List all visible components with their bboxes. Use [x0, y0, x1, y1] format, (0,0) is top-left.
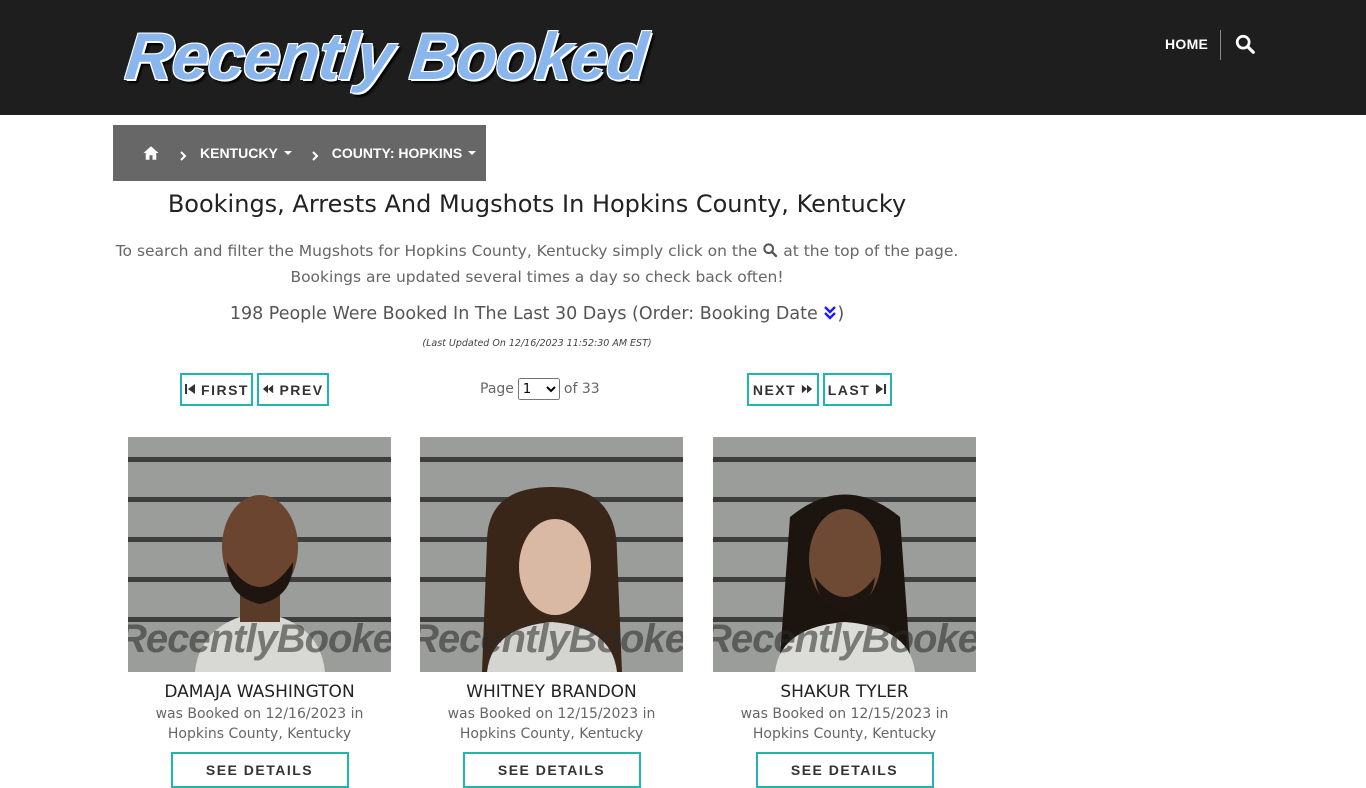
breadcrumb-state-dropdown[interactable]: KENTUCKY	[200, 145, 292, 161]
page-select[interactable]: 1	[517, 378, 560, 400]
watermark: RecentlyBooked.com	[128, 617, 391, 661]
page-title: Bookings, Arrests And Mugshots In Hopkin…	[167, 190, 907, 218]
last-page-icon	[875, 382, 887, 398]
breadcrumb-county-dropdown[interactable]: COUNTY: HOPKINS	[331, 145, 477, 161]
booking-name[interactable]: WHITNEY BRANDON	[420, 682, 683, 702]
booking-location-text: Hopkins County, Kentucky	[752, 726, 937, 742]
see-details-button[interactable]: SEE DETAILS	[462, 752, 641, 788]
booking-info: was Booked on 12/15/2023 in Hopkins Coun…	[420, 704, 683, 744]
site-logo[interactable]: Recently Booked	[122, 18, 650, 94]
booking-date-text: was Booked on 12/16/2023 in	[155, 706, 364, 722]
intro-part1: To search and filter the Mugshots for Ho…	[115, 242, 758, 260]
last-updated: (Last Updated On 12/16/2023 11:52:30 AM …	[422, 338, 652, 349]
site-header: Recently Booked HOME	[0, 0, 1366, 115]
page-total-label: of 33	[563, 381, 600, 397]
see-details-button[interactable]: SEE DETAILS	[755, 752, 934, 788]
prev-label: PREV	[279, 381, 324, 398]
breadcrumb-state-label: KENTUCKY	[200, 145, 278, 161]
booking-date-text: was Booked on 12/15/2023 in	[740, 706, 949, 722]
booking-location-text: Hopkins County, Kentucky	[167, 726, 352, 742]
booking-location-text: Hopkins County, Kentucky	[459, 726, 644, 742]
nav-divider	[1220, 30, 1221, 60]
home-icon[interactable]	[142, 144, 160, 162]
booking-info: was Booked on 12/16/2023 in Hopkins Coun…	[128, 704, 391, 744]
mugshot-photo[interactable]: RecentlyBooked.com	[128, 437, 391, 672]
booking-count-close: )	[837, 304, 845, 324]
chevron-right-icon	[178, 147, 188, 161]
breadcrumb: KENTUCKY COUNTY: HOPKINS	[113, 125, 486, 181]
watermark: RecentlyBooked.com	[713, 617, 976, 661]
caret-down-icon	[283, 151, 292, 155]
booking-count: 198 People Were Booked In The Last 30 Da…	[113, 304, 961, 324]
double-chevron-down-icon[interactable]	[823, 305, 837, 321]
search-icon[interactable]	[1234, 33, 1256, 55]
last-page-button[interactable]: LAST	[823, 373, 892, 406]
nav-home-link[interactable]: HOME	[1165, 36, 1208, 52]
booking-name[interactable]: SHAKUR TYLER	[713, 682, 976, 702]
first-page-icon	[184, 382, 196, 398]
backward-icon	[262, 382, 274, 398]
mugshot-photo[interactable]: RecentlyBooked.com	[713, 437, 976, 672]
caret-down-icon	[468, 151, 477, 155]
booking-card[interactable]: RecentlyBooked.com SHAKUR TYLER was Book…	[713, 437, 976, 788]
forward-icon	[801, 382, 813, 398]
first-page-button[interactable]: FIRST	[180, 373, 253, 406]
search-icon	[762, 240, 778, 258]
next-page-button[interactable]: NEXT	[747, 373, 819, 406]
booking-card[interactable]: RecentlyBooked.com DAMAJA WASHINGTON was…	[128, 437, 391, 788]
booking-name[interactable]: DAMAJA WASHINGTON	[128, 682, 391, 702]
page-selector: Page 1 of 33	[480, 377, 600, 401]
prev-page-button[interactable]: PREV	[257, 373, 329, 406]
first-label: FIRST	[201, 381, 249, 398]
intro-part2: at the top of the page.	[783, 242, 959, 260]
breadcrumb-county-label: COUNTY: HOPKINS	[331, 145, 463, 161]
next-label: NEXT	[752, 381, 797, 398]
mugshot-photo[interactable]: RecentlyBooked.com	[420, 437, 683, 672]
page-label: Page	[480, 381, 514, 397]
booking-info: was Booked on 12/15/2023 in Hopkins Coun…	[713, 704, 976, 744]
last-label: LAST	[827, 381, 871, 398]
watermark: RecentlyBooked.com	[420, 617, 683, 661]
booking-count-text: 198 People Were Booked In The Last 30 Da…	[229, 304, 818, 324]
chevron-right-icon	[310, 147, 320, 161]
booking-card[interactable]: RecentlyBooked.com WHITNEY BRANDON was B…	[420, 437, 683, 788]
intro-text: To search and filter the Mugshots for Ho…	[113, 238, 961, 290]
booking-date-text: was Booked on 12/15/2023 in	[447, 706, 656, 722]
see-details-button[interactable]: SEE DETAILS	[170, 752, 349, 788]
intro-line2: Bookings are updated several times a day…	[290, 268, 784, 286]
